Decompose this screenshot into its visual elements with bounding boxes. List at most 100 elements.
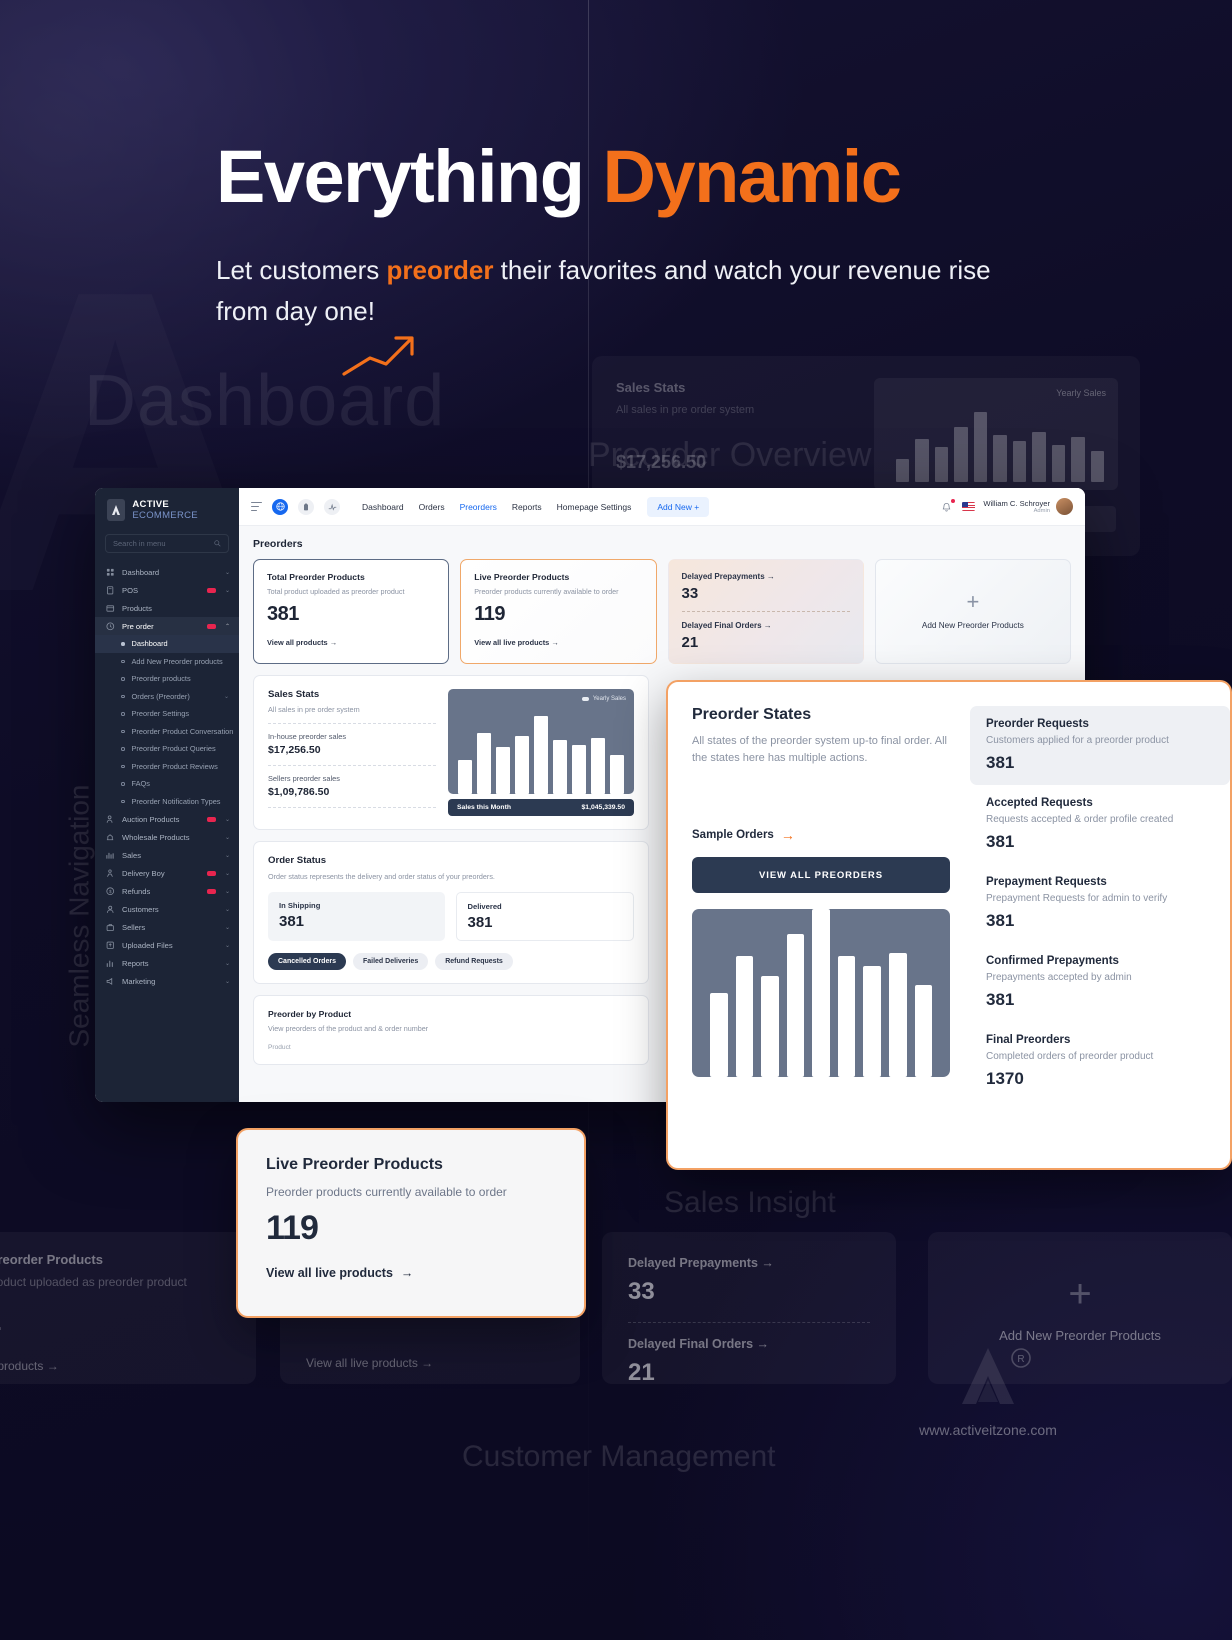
sidebar-subitem-dashboard[interactable]: Dashboard	[95, 635, 239, 653]
sellers-value: $1,09,786.50	[268, 786, 436, 798]
sidebar-item-delivery-boy[interactable]: Delivery Boy⌄	[95, 864, 239, 882]
card-total-preorder-products[interactable]: Total Preorder Products Total product up…	[253, 559, 449, 664]
sidebar-item-dashboard[interactable]: Dashboard⌄	[95, 563, 239, 581]
sidebar-subitem-preorder-product-queries[interactable]: Preorder Product Queries	[95, 740, 239, 758]
nav-homepage-settings[interactable]: Homepage Settings	[557, 502, 632, 512]
box-in-shipping[interactable]: In Shipping 381	[268, 892, 445, 941]
ghost-card3-num2: 21	[628, 1359, 870, 1387]
view-all-preorders-button[interactable]: VIEW ALL PREORDERS	[692, 857, 950, 893]
in-shipping-value: 381	[279, 913, 434, 930]
notifications-bell-icon[interactable]	[941, 500, 954, 513]
add-new-button[interactable]: Add New +	[647, 497, 709, 517]
sidebar-subitem-preorder-product-reviews[interactable]: Preorder Product Reviews	[95, 758, 239, 776]
sidebar-item-reports[interactable]: Reports⌄	[95, 954, 239, 972]
state-row-prepayment-requests[interactable]: Prepayment RequestsPrepayment Requests f…	[970, 864, 1230, 943]
sidebar-item-sellers[interactable]: Sellers⌄	[95, 918, 239, 936]
svg-text:$: $	[109, 888, 112, 893]
ghost-card3-row2: Delayed Final Orders →	[628, 1337, 870, 1351]
sidebar-item-wholesale-products[interactable]: Wholesale Products⌄	[95, 828, 239, 846]
nav-preorders[interactable]: Preorders	[460, 502, 497, 512]
states-bar-chart	[692, 909, 950, 1077]
avatar[interactable]	[1056, 498, 1073, 515]
sidebar-item-sales[interactable]: Sales⌄	[95, 846, 239, 864]
sidebar-item-products[interactable]: Products	[95, 599, 239, 617]
search-placeholder: Search in menu	[113, 539, 166, 548]
sidebar-subitem-preorder-notification-types[interactable]: Preorder Notification Types	[95, 793, 239, 811]
sample-orders-link[interactable]: Sample Orders→	[692, 827, 950, 843]
delayed-prepayments-value: 33	[682, 585, 850, 602]
bar-2	[761, 976, 779, 1077]
live-preorder-products-card[interactable]: Live Preorder Products Preorder products…	[236, 1128, 586, 1318]
delivered-label: Delivered	[468, 902, 623, 911]
plus-icon: +	[966, 593, 979, 611]
refund-icon: $	[106, 887, 115, 896]
state-row-preorder-requests[interactable]: Preorder RequestsCustomers applied for a…	[970, 706, 1230, 785]
state-value: 381	[986, 911, 1214, 931]
nav-reports[interactable]: Reports	[512, 502, 542, 512]
user-menu[interactable]: William C. Schroyer Admin	[983, 498, 1073, 515]
nav-dashboard[interactable]: Dashboard	[362, 502, 404, 512]
sidebar-subitem-preorder-products[interactable]: Preorder products	[95, 670, 239, 688]
sidebar-item-pre-order[interactable]: Pre order⌃	[95, 617, 239, 635]
state-title: Prepayment Requests	[986, 876, 1214, 888]
sidebar-item-label: Delivery Boy	[122, 869, 200, 878]
chip-failed-deliveries[interactable]: Failed Deliveries	[353, 953, 428, 970]
sidebar-subitem-faqs[interactable]: FAQs	[95, 775, 239, 793]
sidebar-search[interactable]: Search in menu	[105, 534, 229, 553]
sidebar-subitem-add-new-preorder-products[interactable]: Add New Preorder products	[95, 653, 239, 671]
store-icon[interactable]	[298, 499, 314, 515]
brand-header[interactable]: ACTIVE ECOMMERCE	[95, 488, 239, 530]
sidebar-subitem-orders-preorder[interactable]: Orders (Preorder)⌄	[95, 688, 239, 706]
ghost-card3-row1: Delayed Prepayments →	[628, 1256, 870, 1270]
chip-cancelled-orders[interactable]: Cancelled Orders	[268, 953, 346, 970]
topbar-right: William C. Schroyer Admin	[941, 498, 1073, 515]
state-row-accepted-requests[interactable]: Accepted RequestsRequests accepted & ord…	[970, 785, 1230, 864]
bullet-icon	[121, 695, 125, 699]
card-link[interactable]: View all live products →	[474, 638, 642, 647]
sidebar: ACTIVE ECOMMERCE Search in menu Dashboar…	[95, 488, 239, 1102]
bar-5	[838, 956, 856, 1077]
language-flag-icon[interactable]	[962, 502, 975, 511]
menu-toggle-icon[interactable]	[251, 502, 262, 511]
card-live-preorder-products[interactable]: Live Preorder Products Preorder products…	[460, 559, 656, 664]
sidebar-item-marketing[interactable]: Marketing⌄	[95, 972, 239, 990]
card-delayed[interactable]: Delayed Prepayments → 33 Delayed Final O…	[668, 559, 864, 664]
chevron-down-icon: ⌄	[225, 960, 230, 967]
divider	[268, 807, 436, 808]
globe-icon[interactable]	[272, 499, 288, 515]
chevron-down-icon: ⌄	[225, 888, 230, 895]
sidebar-item-refunds[interactable]: $Refunds⌄	[95, 882, 239, 900]
sidebar-item-auction-products[interactable]: Auction Products⌄	[95, 810, 239, 828]
sidebar-subitem-preorder-settings[interactable]: Preorder Settings	[95, 705, 239, 723]
sales-chart-box: Yearly Sales Sales this Month $1,045,339…	[448, 689, 634, 816]
delivered-value: 381	[468, 914, 623, 931]
sidebar-item-customers[interactable]: Customers⌄	[95, 900, 239, 918]
state-row-final-preorders[interactable]: Final PreordersCompleted orders of preor…	[970, 1022, 1230, 1101]
sidebar-subitem-preorder-product-conversation[interactable]: Preorder Product Conversation	[95, 723, 239, 741]
sidebar-badge	[207, 871, 216, 876]
bar-6	[572, 745, 586, 794]
divider	[268, 765, 436, 766]
brand-light: ECOMMERCE	[132, 510, 198, 521]
sidebar-subitem-label: Preorder Product Queries	[132, 744, 216, 753]
ghost-card3-separator	[628, 1322, 870, 1323]
nav-orders[interactable]: Orders	[419, 502, 445, 512]
live-card-link[interactable]: View all live products→	[266, 1266, 556, 1280]
state-value: 381	[986, 832, 1214, 852]
state-row-confirmed-prepayments[interactable]: Confirmed PrepaymentsPrepayments accepte…	[970, 943, 1230, 1022]
activity-icon[interactable]	[324, 499, 340, 515]
card-add-new-preorder-products[interactable]: + Add New Preorder Products	[875, 559, 1071, 664]
sidebar-item-uploaded-files[interactable]: Uploaded Files⌄	[95, 936, 239, 954]
chip-refund-requests[interactable]: Refund Requests	[435, 953, 513, 970]
card-link[interactable]: View all products →	[267, 638, 435, 647]
order-status-title: Order Status	[268, 855, 634, 866]
sidebar-subitem-label: Preorder products	[132, 674, 191, 683]
bar-0	[896, 459, 909, 482]
hero-subtitle: Let customers preorder their favorites a…	[216, 250, 1016, 333]
box-delivered[interactable]: Delivered 381	[456, 892, 635, 941]
order-status-chips: Cancelled Orders Failed Deliveries Refund …	[268, 953, 634, 970]
brand-mark-icon	[107, 499, 125, 521]
sidebar-item-pos[interactable]: POS⌄	[95, 581, 239, 599]
sidebar-subitem-label: Add New Preorder products	[132, 657, 223, 666]
bullet-icon	[121, 712, 125, 716]
